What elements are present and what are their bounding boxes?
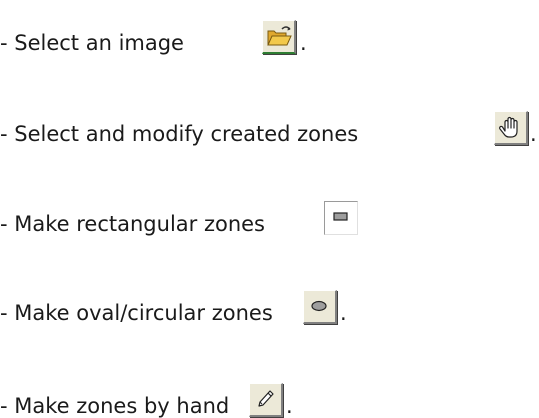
instruction-item-zones-by-hand: - Make zones by hand . xyxy=(0,383,300,417)
oval-zone-icon xyxy=(311,300,327,312)
freehand-zone-button[interactable] xyxy=(249,383,283,417)
instruction-suffix: . xyxy=(530,122,537,146)
instruction-label: - Select an image xyxy=(0,31,184,55)
instruction-suffix: . xyxy=(286,394,293,418)
instruction-item-oval-zones: - Make oval/circular zones . xyxy=(0,290,360,324)
instruction-suffix: . xyxy=(340,301,347,325)
select-modify-button[interactable] xyxy=(494,111,528,145)
hand-icon xyxy=(499,116,518,138)
instruction-item-rectangular-zones: - Make rectangular zones xyxy=(0,201,360,235)
instruction-label: - Make zones by hand xyxy=(0,394,230,418)
rectangle-zone-button[interactable] xyxy=(324,201,358,235)
instruction-item-select-modify-zones: - Select and modify created zones . xyxy=(0,111,539,145)
oval-zone-button[interactable] xyxy=(303,290,337,324)
instruction-label: - Select and modify created zones xyxy=(0,122,359,146)
rectangle-zone-icon xyxy=(333,212,348,221)
instruction-label: - Make rectangular zones xyxy=(0,212,265,236)
open-folder-icon xyxy=(267,26,292,46)
instruction-suffix: . xyxy=(300,31,307,55)
pencil-icon xyxy=(258,390,274,407)
open-image-button[interactable] xyxy=(262,20,296,54)
instruction-item-select-image: - Select an image . xyxy=(0,20,320,54)
instruction-label: - Make oval/circular zones xyxy=(0,301,273,325)
